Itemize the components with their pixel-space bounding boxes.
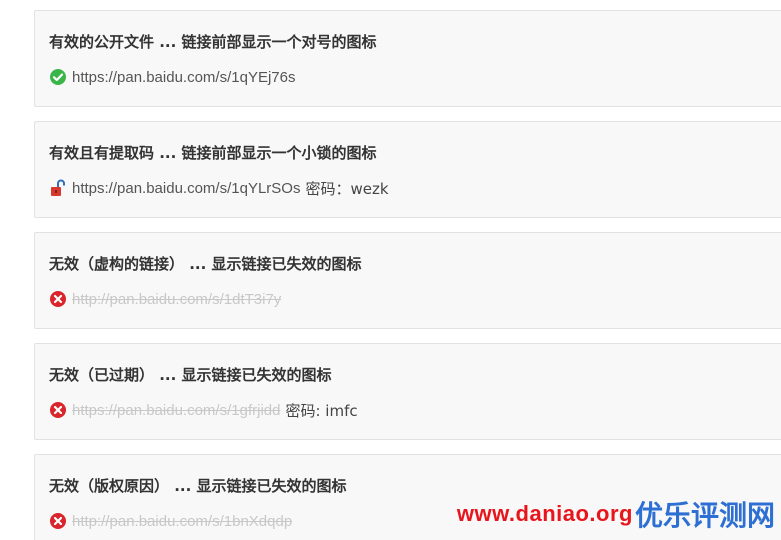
unlocked-padlock-icon <box>49 179 67 197</box>
card-link-line: https://pan.baidu.com/s/1qYEj76s <box>49 67 295 87</box>
share-link[interactable]: https://pan.baidu.com/s/1qYLrSOs <box>72 180 300 197</box>
card-link-line: https://pan.baidu.com/s/1gfrjidd 密码: imf… <box>49 400 358 420</box>
share-link-invalid[interactable]: http://pan.baidu.com/s/1dtT3i7y <box>72 291 281 308</box>
watermark-url: www.daniao.org <box>456 501 633 526</box>
watermark-site-name: 优乐评测网 <box>634 499 775 532</box>
error-circle-icon <box>49 290 67 308</box>
link-card-valid-public: 有效的公开文件 ... 链接前部显示一个对号的图标 https://pan.ba… <box>34 10 781 107</box>
card-link-line: https://pan.baidu.com/s/1qYLrSOs 密码：wezk <box>49 178 389 198</box>
card-link-line: http://pan.baidu.com/s/1bnXdqdp <box>49 511 292 531</box>
extraction-code: 密码：wezk <box>305 179 389 198</box>
share-link-invalid[interactable]: https://pan.baidu.com/s/1gfrjidd <box>72 402 280 419</box>
check-circle-icon <box>49 68 67 86</box>
link-status-page: 有效的公开文件 ... 链接前部显示一个对号的图标 https://pan.ba… <box>0 0 781 540</box>
extraction-code: 密码: imfc <box>285 401 358 420</box>
link-card-invalid-fictional: 无效（虚构的链接） ... 显示链接已失效的图标 http://pan.baid… <box>34 232 781 329</box>
card-link-line: http://pan.baidu.com/s/1dtT3i7y <box>49 289 281 309</box>
card-title: 有效的公开文件 ... 链接前部显示一个对号的图标 <box>49 33 377 51</box>
error-circle-icon <box>49 401 67 419</box>
card-title: 无效（虚构的链接） ... 显示链接已失效的图标 <box>49 255 362 273</box>
link-card-invalid-expired: 无效（已过期） ... 显示链接已失效的图标 https://pan.baidu… <box>34 343 781 440</box>
card-title: 有效且有提取码 ... 链接前部显示一个小锁的图标 <box>49 144 377 162</box>
error-circle-icon <box>49 512 67 530</box>
card-title: 无效（已过期） ... 显示链接已失效的图标 <box>49 366 332 384</box>
link-card-valid-with-code: 有效且有提取码 ... 链接前部显示一个小锁的图标 https://pan.ba… <box>34 121 781 218</box>
share-link[interactable]: https://pan.baidu.com/s/1qYEj76s <box>72 69 295 86</box>
share-link-invalid[interactable]: http://pan.baidu.com/s/1bnXdqdp <box>72 513 292 530</box>
site-watermark: www.daniao.org 优乐评测网 <box>457 494 775 534</box>
card-title: 无效（版权原因） ... 显示链接已失效的图标 <box>49 477 347 495</box>
